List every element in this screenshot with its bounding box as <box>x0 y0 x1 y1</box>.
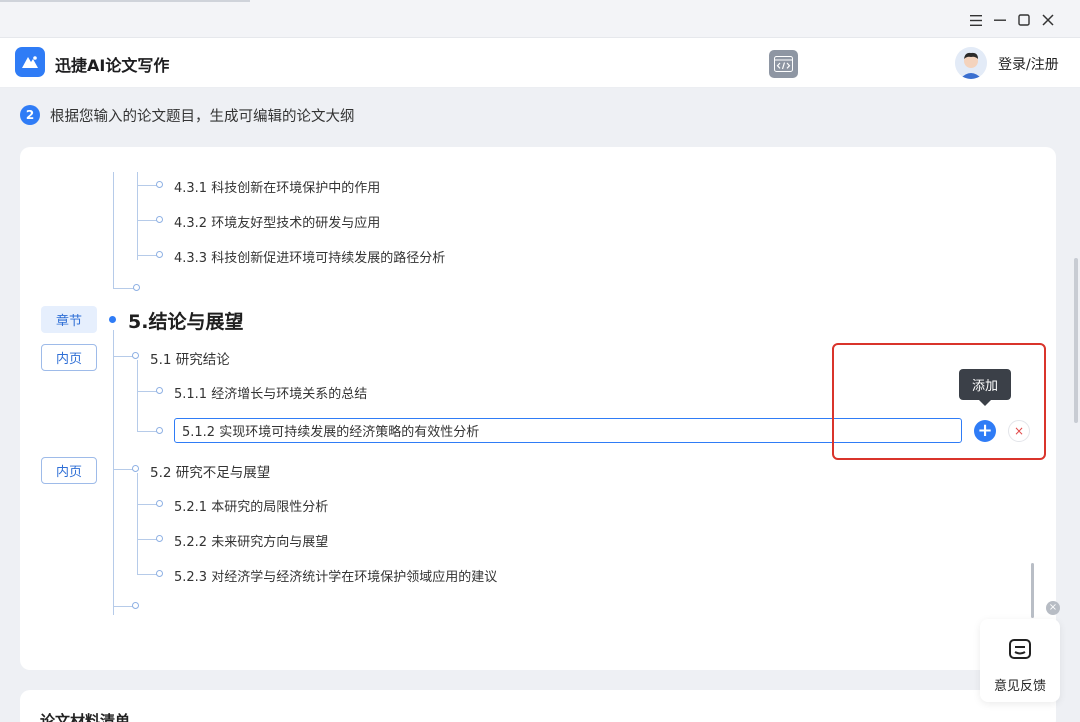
tree-node-dot <box>132 602 139 609</box>
outline-item[interactable]: 4.3.3 科技创新促进环境可持续发展的路径分析 <box>174 247 445 266</box>
tree-line <box>137 360 138 432</box>
feedback-close-icon[interactable]: × <box>1046 601 1060 615</box>
tree-line <box>137 172 138 260</box>
outline-item[interactable]: 5.1.1 经济增长与环境关系的总结 <box>174 383 367 402</box>
tree-node-dot <box>156 387 163 394</box>
tree-node-dot <box>156 570 163 577</box>
tree-node-dot <box>156 427 163 434</box>
tree-line <box>113 330 114 615</box>
outline-item[interactable]: 5.2.2 未来研究方向与展望 <box>174 531 328 550</box>
app-title: 迅捷AI论文写作 <box>55 56 170 75</box>
outline-item[interactable]: 5.2.1 本研究的局限性分析 <box>174 496 328 515</box>
section-tag[interactable]: 内页 <box>41 457 97 484</box>
step-number-badge: 2 <box>20 105 40 125</box>
code-icon[interactable] <box>769 50 798 78</box>
minimize-icon[interactable] <box>989 9 1011 31</box>
outline-item[interactable]: 4.3.1 科技创新在环境保护中的作用 <box>174 177 380 196</box>
login-register-link[interactable]: 登录/注册 <box>998 54 1059 74</box>
tree-node-dot <box>156 251 163 258</box>
titlebar-accent-line <box>0 0 250 2</box>
tree-node-dot <box>156 535 163 542</box>
maximize-icon[interactable] <box>1013 9 1035 31</box>
tree-node-dot <box>133 284 140 291</box>
feedback-label: 意见反馈 <box>993 679 1046 694</box>
section-title[interactable]: 5.1 研究结论 <box>150 348 230 368</box>
tree-node-dot <box>132 352 139 359</box>
tree-node-dot <box>156 181 163 188</box>
tree-line <box>137 473 138 575</box>
section-tag[interactable]: 内页 <box>41 344 97 371</box>
tree-branch <box>113 288 135 289</box>
menu-icon[interactable] <box>965 9 987 31</box>
chapter-node-dot <box>109 316 116 323</box>
materials-card: 论文材料清单 <box>20 690 1056 722</box>
feedback-button[interactable]: 意见反馈 <box>980 619 1060 702</box>
section-title[interactable]: 5.2 研究不足与展望 <box>150 461 270 481</box>
tree-line <box>113 172 114 288</box>
step-description: 根据您输入的论文题目，生成可编辑的论文大纲 <box>50 109 355 125</box>
tree-node-dot <box>156 216 163 223</box>
tree-node-dot <box>156 500 163 507</box>
highlight-annotation-box <box>832 343 1046 460</box>
materials-card-title: 论文材料清单 <box>40 712 131 722</box>
feedback-icon <box>1007 636 1033 662</box>
outline-scrollbar[interactable] <box>1031 563 1034 618</box>
close-icon[interactable] <box>1037 9 1059 31</box>
chapter-title[interactable]: 5.结论与展望 <box>128 307 243 334</box>
page-scrollbar[interactable] <box>1074 258 1078 423</box>
outline-item[interactable]: 4.3.2 环境友好型技术的研发与应用 <box>174 212 380 231</box>
app-logo-icon <box>15 47 45 77</box>
tree-node-dot <box>132 465 139 472</box>
window-titlebar <box>0 0 1080 38</box>
outline-item[interactable]: 5.2.3 对经济学与经济统计学在环境保护领域应用的建议 <box>174 566 497 585</box>
chapter-tag[interactable]: 章节 <box>41 306 97 333</box>
user-avatar-icon[interactable] <box>955 47 987 79</box>
